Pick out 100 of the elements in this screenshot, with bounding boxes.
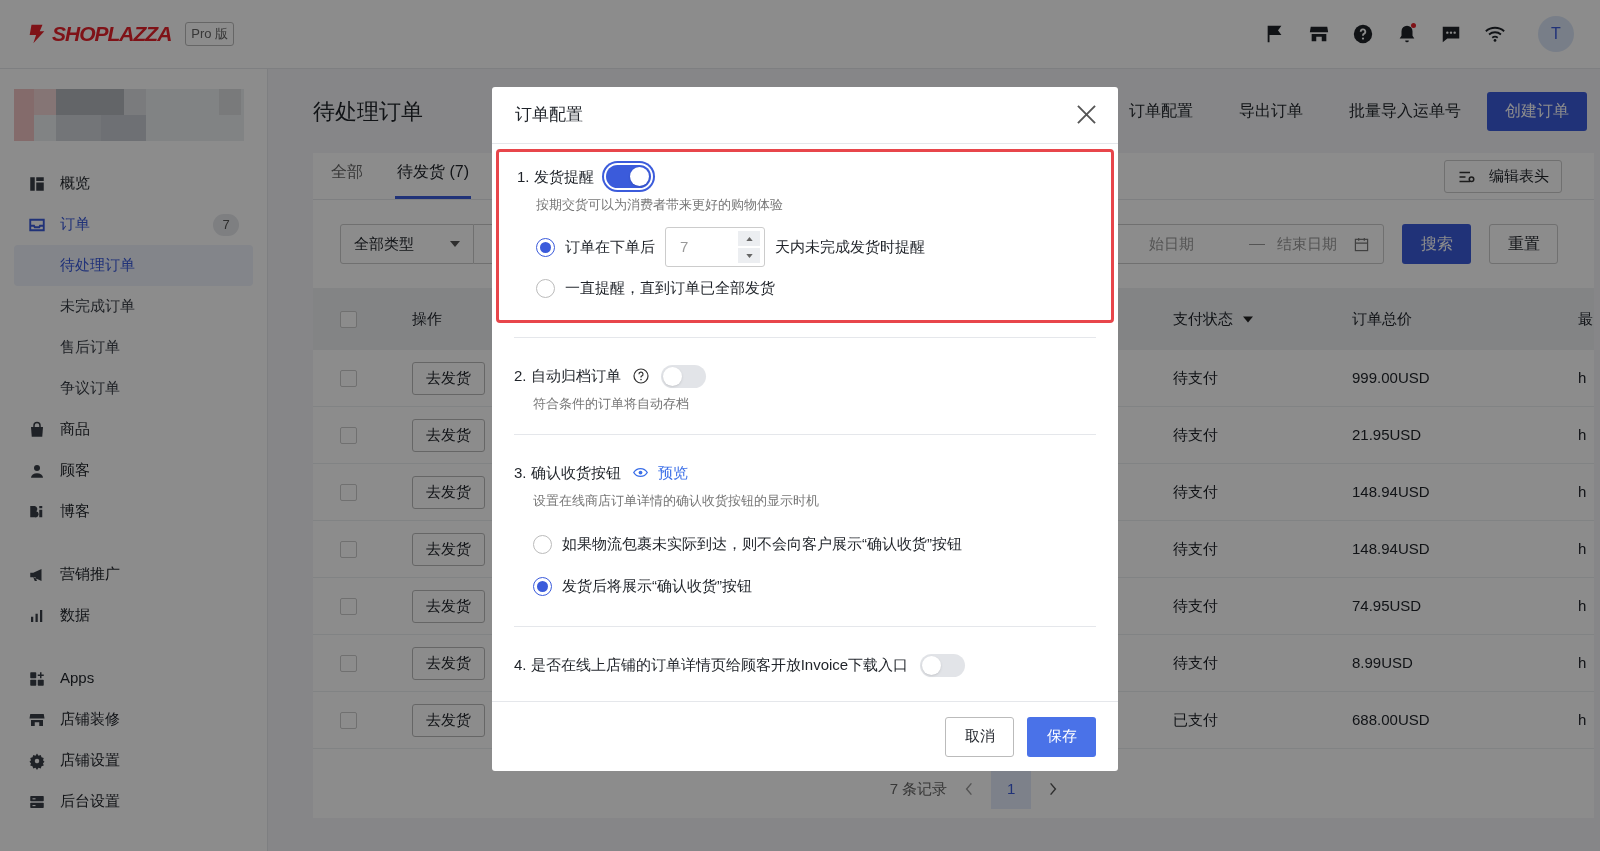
sidebar-item[interactable]: Apps xyxy=(14,658,253,699)
chevron-left-icon[interactable] xyxy=(965,782,974,796)
table-cell-text: 已支付 xyxy=(1172,709,1219,730)
option-label: 如果物流包裹未实际到达，则不会向客户展示“确认收货”按钮 xyxy=(562,534,962,555)
sidebar-item[interactable]: 后台设置 xyxy=(14,781,253,822)
days-number-field[interactable]: 7 xyxy=(665,227,765,268)
header-action-link[interactable]: 导出订单 xyxy=(1218,91,1324,131)
option-label: 订单在下单后 xyxy=(565,237,655,258)
column-header: 操作 xyxy=(411,308,443,329)
table-cell-text: 74.95USD xyxy=(1351,595,1423,616)
help-icon xyxy=(1352,23,1374,45)
sidebar-item[interactable]: 营销推广 xyxy=(14,554,253,595)
table-cell-text: 148.94USD xyxy=(1351,538,1431,559)
sidebar-item[interactable]: 顾客 xyxy=(14,450,253,491)
chevron-right-icon[interactable] xyxy=(1049,782,1058,796)
preview-link[interactable]: 预览 xyxy=(632,461,688,485)
caret-down-icon xyxy=(450,241,460,247)
table-cell-text: 148.94USD xyxy=(1351,481,1431,502)
row-checkbox[interactable] xyxy=(340,540,357,558)
sidebar-subitem[interactable]: 待处理订单 xyxy=(14,245,253,286)
sidebar-item[interactable]: 订单 7 xyxy=(14,204,253,245)
caret-down-icon xyxy=(1243,315,1253,323)
table-cell-text: h xyxy=(1577,595,1588,616)
sidebar-item[interactable]: 店铺设置 xyxy=(14,740,253,781)
option-label: 发货后将展示“确认收货”按钮 xyxy=(562,576,752,597)
table-cell-text: 999.00USD xyxy=(1351,367,1431,388)
column-header: 订单总价 xyxy=(1351,308,1413,329)
sidebar-item[interactable]: 概览 xyxy=(14,163,253,204)
ship-button[interactable]: 去发货 xyxy=(412,589,485,623)
count-badge: 7 xyxy=(213,213,239,236)
create-order-button[interactable]: 创建订单 xyxy=(1487,91,1587,131)
row-checkbox[interactable] xyxy=(340,597,357,615)
table-cell-text: 待支付 xyxy=(1172,424,1219,445)
ship-button[interactable]: 去发货 xyxy=(412,703,485,737)
sidebar-subitem[interactable]: 未完成订单 xyxy=(14,286,253,327)
section-description: 符合条件的订单将自动存档 xyxy=(532,395,690,414)
sidebar-item[interactable]: 店铺装修 xyxy=(14,699,253,740)
header-action-link[interactable]: 订单配置 xyxy=(1108,91,1214,131)
table-cell-text: h xyxy=(1577,367,1588,388)
page-number[interactable]: 1 xyxy=(991,769,1032,809)
table-cell-text: 待支付 xyxy=(1172,367,1219,388)
record-count: 7 条记录 xyxy=(889,778,948,799)
table-cell-text: 待支付 xyxy=(1172,595,1219,616)
calendar-icon xyxy=(1354,236,1369,252)
table-cell-text: h xyxy=(1577,709,1588,730)
save-button[interactable]: 保存 xyxy=(1027,716,1096,757)
ship-button[interactable]: 去发货 xyxy=(412,361,485,395)
brand-logo[interactable]: SHOPLAZZA xyxy=(52,18,172,50)
section-title: 1. 发货提醒 xyxy=(517,166,594,187)
row-checkbox[interactable] xyxy=(340,310,357,328)
ship-button[interactable]: 去发货 xyxy=(412,418,485,452)
section-description: 设置在线商店订单详情的确认收货按钮的显示时机 xyxy=(532,491,820,510)
edit-columns-button[interactable]: 编辑表头 xyxy=(1444,160,1562,193)
row-checkbox[interactable] xyxy=(340,711,357,729)
row-checkbox[interactable] xyxy=(340,369,357,387)
header-action-link[interactable]: 批量导入运单号 xyxy=(1328,91,1482,131)
sidebar-item[interactable]: 商品 xyxy=(14,409,253,450)
help-icon[interactable] xyxy=(632,368,649,385)
apps-icon xyxy=(28,669,46,688)
section-title: 4. 是否在线上店铺的订单详情页给顾客开放Invoice下载入口 xyxy=(514,655,909,676)
eye-icon xyxy=(632,467,648,479)
edition-tag: Pro 版 xyxy=(185,22,235,46)
sidebar-subitem[interactable]: 争议订单 xyxy=(14,368,253,409)
table-cell-text: h xyxy=(1577,538,1588,559)
ship-button[interactable]: 去发货 xyxy=(412,475,485,509)
sidebar-item[interactable]: 博客 xyxy=(14,491,253,532)
table-cell-text: 688.00USD xyxy=(1351,709,1431,730)
settings-icon xyxy=(28,751,46,770)
ship-button[interactable]: 去发货 xyxy=(412,646,485,680)
row-checkbox[interactable] xyxy=(340,483,357,501)
reset-button[interactable]: 重置 xyxy=(1489,224,1558,264)
order-type-select[interactable]: 全部类型 xyxy=(340,224,474,264)
table-cell-text: h xyxy=(1577,652,1588,673)
sidebar-item[interactable]: 数据 xyxy=(14,595,253,636)
close-icon[interactable] xyxy=(1077,105,1096,125)
toggle-switch[interactable] xyxy=(660,364,706,388)
sidebar-subitem[interactable]: 售后订单 xyxy=(14,327,253,368)
tab[interactable]: 待发货 (7) xyxy=(395,160,471,199)
table-cell-text: h xyxy=(1577,424,1588,445)
table-cell-text: h xyxy=(1577,481,1588,502)
dialog-title: 订单配置 xyxy=(515,104,584,127)
page-title: 待处理订单 xyxy=(313,97,423,126)
option-label: 天内未完成发货时提醒 xyxy=(775,237,925,258)
section-description: 按期交货可以为消费者带来更好的购物体验 xyxy=(535,195,784,214)
cancel-button[interactable]: 取消 xyxy=(945,716,1014,757)
dashboard-icon xyxy=(28,174,46,193)
search-button[interactable]: 搜索 xyxy=(1402,224,1471,264)
toggle-switch[interactable] xyxy=(920,653,966,677)
row-checkbox[interactable] xyxy=(340,426,357,444)
caret-down-icon[interactable] xyxy=(745,253,753,258)
option-label: 一直提醒，直到订单已全部发货 xyxy=(565,278,775,299)
user-avatar[interactable]: T xyxy=(1538,16,1574,52)
caret-up-icon[interactable] xyxy=(745,236,753,241)
ship-button[interactable]: 去发货 xyxy=(412,532,485,566)
tab[interactable]: 全部 xyxy=(329,160,365,199)
table-cell-text: 待支付 xyxy=(1172,538,1219,559)
row-checkbox[interactable] xyxy=(340,654,357,672)
column-header[interactable]: 支付状态 xyxy=(1160,307,1340,331)
shopping-bag-icon xyxy=(28,420,46,439)
section-title: 3. 确认收货按钮 xyxy=(514,462,621,483)
